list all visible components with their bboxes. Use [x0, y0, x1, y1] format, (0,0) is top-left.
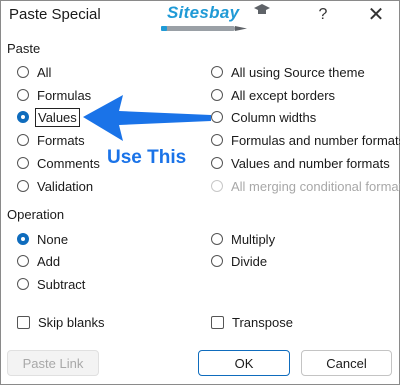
- radio-button[interactable]: [17, 255, 29, 267]
- graduation-cap-icon: [254, 4, 270, 14]
- radio-button-selected[interactable]: [17, 233, 29, 245]
- paste-comments-option[interactable]: Comments: [17, 154, 100, 172]
- dialog-title: Paste Special: [9, 6, 101, 23]
- checkbox[interactable]: [17, 315, 30, 329]
- skip-blanks-checkbox[interactable]: Skip blanks: [17, 313, 104, 331]
- radio-button-disabled: [211, 180, 223, 192]
- radio-button[interactable]: [211, 111, 223, 123]
- radio-button[interactable]: [17, 157, 29, 169]
- radio-button[interactable]: [17, 180, 29, 192]
- ok-button[interactable]: OK: [198, 350, 290, 376]
- paste-all-except-borders-option[interactable]: All except borders: [211, 86, 335, 104]
- paste-section-label: Paste: [7, 41, 41, 56]
- cancel-button[interactable]: Cancel: [301, 350, 392, 376]
- radio-button[interactable]: [17, 278, 29, 290]
- operation-section-label: Operation: [7, 207, 65, 222]
- radio-button[interactable]: [211, 157, 223, 169]
- operation-add-option[interactable]: Add: [17, 252, 60, 270]
- radio-button[interactable]: [211, 66, 223, 78]
- annotation-text: Use This: [107, 147, 187, 168]
- annotation-arrow-icon: [83, 95, 211, 141]
- paste-formulas-and-number-formats-option[interactable]: Formulas and number formats: [211, 131, 400, 149]
- radio-button[interactable]: [211, 89, 223, 101]
- watermark-text: Sitesbay: [167, 3, 240, 22]
- close-button[interactable]: ✕: [363, 4, 389, 26]
- title-bar: Paste Special Sitesbay ? ✕: [1, 1, 399, 31]
- paste-all-using-source-theme-option[interactable]: All using Source theme: [211, 63, 365, 81]
- paste-formats-option[interactable]: Formats: [17, 131, 85, 149]
- paste-special-dialog: Paste Special Sitesbay ? ✕ Paste All For…: [0, 0, 400, 385]
- paste-link-button: Paste Link: [7, 350, 99, 376]
- radio-button[interactable]: [17, 134, 29, 146]
- radio-button-selected[interactable]: [17, 111, 29, 123]
- operation-none-option[interactable]: None: [17, 230, 68, 248]
- paste-all-option[interactable]: All: [17, 63, 51, 81]
- operation-multiply-option[interactable]: Multiply: [211, 230, 275, 248]
- radio-button[interactable]: [211, 134, 223, 146]
- radio-button[interactable]: [17, 66, 29, 78]
- radio-button[interactable]: [211, 255, 223, 267]
- paste-formulas-option[interactable]: Formulas: [17, 86, 91, 104]
- radio-button[interactable]: [17, 89, 29, 101]
- paste-column-widths-option[interactable]: Column widths: [211, 108, 316, 126]
- radio-button[interactable]: [211, 233, 223, 245]
- paste-all-merging-conditional-formats-option: All merging conditional formats: [211, 177, 400, 195]
- transpose-checkbox[interactable]: Transpose: [211, 313, 293, 331]
- checkbox[interactable]: [211, 315, 224, 329]
- operation-subtract-option[interactable]: Subtract: [17, 275, 85, 293]
- sitesbay-logo: Sitesbay: [161, 3, 271, 37]
- help-button[interactable]: ?: [310, 4, 336, 26]
- operation-divide-option[interactable]: Divide: [211, 252, 267, 270]
- paste-validation-option[interactable]: Validation: [17, 177, 93, 195]
- paste-values-and-number-formats-option[interactable]: Values and number formats: [211, 154, 390, 172]
- pen-icon: [161, 26, 247, 31]
- paste-values-option[interactable]: Values: [17, 107, 80, 127]
